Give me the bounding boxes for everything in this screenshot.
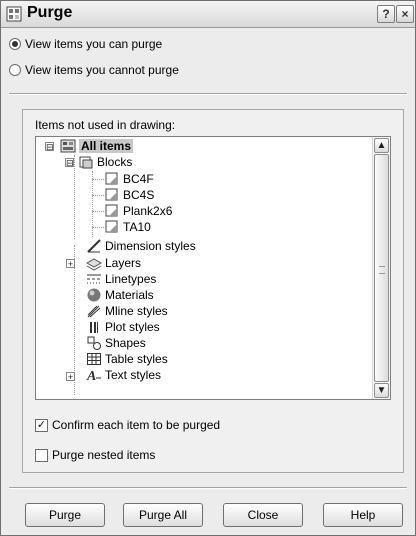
confirm-purge-label: Confirm each item to be purged <box>52 418 221 432</box>
tree-node-plot-styles[interactable]: Plot styles <box>86 319 160 335</box>
help-button[interactable]: Help <box>323 503 403 527</box>
tree-node-mline-styles[interactable]: Mline styles <box>86 303 168 319</box>
plot-styles-label: Plot styles <box>105 320 160 334</box>
items-group-label: Items not used in drawing: <box>35 118 176 132</box>
layers-label: Layers <box>105 256 142 270</box>
scroll-thumb[interactable] <box>374 154 389 382</box>
layers-icon <box>86 258 102 271</box>
purge-nested-checkbox[interactable]: Purge nested items <box>35 447 155 463</box>
tree-node-layers[interactable]: Layers <box>86 255 141 271</box>
dimension-icon <box>87 239 101 253</box>
tree-node-block[interactable]: TA10 <box>104 219 151 235</box>
close-button[interactable]: Close <box>223 503 303 527</box>
tree-connector <box>92 211 104 212</box>
tree-connector <box>92 195 104 196</box>
tree-scrollbar[interactable]: ▲ ▼ <box>372 137 390 399</box>
tree-node-dimension-styles[interactable]: Dimension styles <box>86 238 196 254</box>
layers-expand-toggle[interactable]: + <box>66 259 75 269</box>
purge-all-button[interactable]: Purge All <box>123 503 203 527</box>
view-unpurgeable-label: View items you cannot purge <box>25 63 179 77</box>
tree-node-table-styles[interactable]: Table styles <box>86 351 168 367</box>
tree-node-linetypes[interactable]: Linetypes <box>86 271 156 287</box>
view-purgeable-radio[interactable]: View items you can purge <box>9 35 162 53</box>
checkbox-checked-icon[interactable]: ✓ <box>35 418 48 432</box>
scroll-down-button[interactable]: ▼ <box>374 383 389 398</box>
svg-text:A: A <box>86 369 96 383</box>
tree-connector <box>74 155 75 239</box>
text-styles-expand-toggle[interactable]: + <box>66 372 75 382</box>
all-items-label: All items <box>79 139 134 153</box>
tree-node-materials[interactable]: Materials <box>86 287 154 303</box>
purge-tree[interactable]: ⊟ All items ⊟ Blocks BC4F BC4S Plank2x6 … <box>35 136 391 400</box>
tree-node-block[interactable]: Plank2x6 <box>104 203 172 219</box>
blocks-collapse-toggle[interactable]: ⊟ <box>65 158 74 168</box>
plot-style-icon <box>90 322 98 333</box>
tree-node-text-styles[interactable]: A Text styles <box>86 367 161 383</box>
view-purgeable-label: View items you can purge <box>25 37 163 51</box>
table-icon <box>87 353 101 365</box>
top-divider <box>9 93 407 95</box>
block-label: BC4F <box>123 172 154 186</box>
block-icon <box>105 172 118 185</box>
root-collapse-toggle[interactable]: ⊟ <box>45 142 54 152</box>
blocks-icon <box>79 156 93 169</box>
block-icon <box>105 220 118 233</box>
purge-button[interactable]: Purge <box>25 503 105 527</box>
tree-content: ⊟ All items ⊟ Blocks BC4F BC4S Plank2x6 … <box>36 137 372 399</box>
block-label: TA10 <box>123 220 151 234</box>
mline-icon <box>87 305 101 318</box>
tree-node-blocks[interactable]: Blocks <box>78 154 132 170</box>
block-icon <box>105 204 118 217</box>
text-styles-label: Text styles <box>105 368 162 382</box>
block-label: Plank2x6 <box>123 204 173 218</box>
blocks-label: Blocks <box>97 155 133 169</box>
view-unpurgeable-radio[interactable]: View items you cannot purge <box>9 61 179 79</box>
tree-node-block[interactable]: BC4F <box>104 171 154 187</box>
purge-nested-label: Purge nested items <box>52 448 156 462</box>
tree-connector <box>92 179 104 180</box>
scroll-up-button[interactable]: ▲ <box>374 138 389 153</box>
block-label: BC4S <box>123 188 155 202</box>
dimension-styles-label: Dimension styles <box>105 239 196 253</box>
purge-dialog: Purge ? × View items you can purge View … <box>0 0 416 536</box>
close-title-button[interactable]: × <box>396 5 414 23</box>
material-sphere-icon <box>87 288 101 302</box>
bottom-divider <box>9 487 407 489</box>
linetype-icon <box>87 274 101 284</box>
mline-styles-label: Mline styles <box>105 304 168 318</box>
text-style-icon: A <box>86 369 101 383</box>
purge-app-icon <box>6 6 22 22</box>
radio-unselected-icon[interactable] <box>9 64 21 76</box>
tree-root-all-items[interactable]: All items <box>60 138 134 154</box>
shapes-label: Shapes <box>105 336 146 350</box>
linetypes-label: Linetypes <box>105 272 157 286</box>
title-bar[interactable]: Purge ? × <box>1 1 415 28</box>
table-styles-label: Table styles <box>105 352 168 366</box>
shapes-icon <box>87 336 101 350</box>
confirm-purge-checkbox[interactable]: ✓ Confirm each item to be purged <box>35 417 220 433</box>
radio-selected-icon[interactable] <box>9 38 21 50</box>
checkbox-unchecked-icon[interactable] <box>35 448 48 462</box>
dialog-title: Purge <box>27 4 73 21</box>
tree-node-shapes[interactable]: Shapes <box>86 335 146 351</box>
all-items-icon <box>60 139 76 153</box>
scroll-grip <box>379 266 385 274</box>
block-icon <box>105 188 118 201</box>
tree-connector <box>92 227 104 228</box>
help-title-button[interactable]: ? <box>377 5 395 23</box>
tree-node-block[interactable]: BC4S <box>104 187 154 203</box>
materials-label: Materials <box>105 288 154 302</box>
